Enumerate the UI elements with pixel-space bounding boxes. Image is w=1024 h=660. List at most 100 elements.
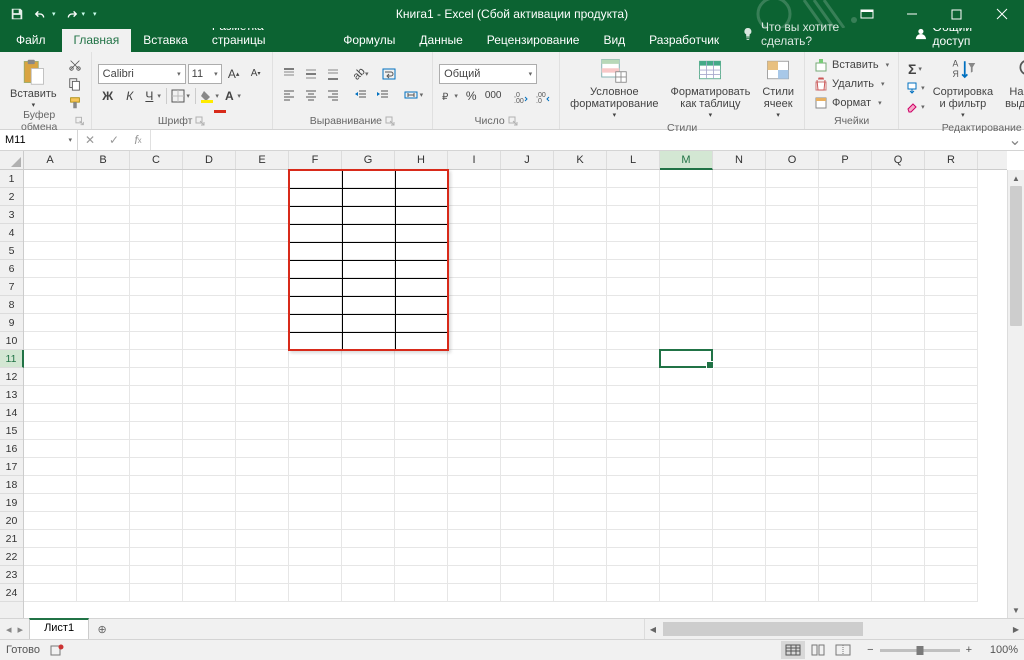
cell-H6[interactable] xyxy=(395,260,448,278)
enter-formula-button[interactable]: ✓ xyxy=(102,133,126,147)
cell-J21[interactable] xyxy=(501,530,554,548)
cell-N3[interactable] xyxy=(713,206,766,224)
cell-M24[interactable] xyxy=(660,584,713,602)
cell-O2[interactable] xyxy=(766,188,819,206)
cell-R1[interactable] xyxy=(925,170,978,188)
cell-E22[interactable] xyxy=(236,548,289,566)
cell-L13[interactable] xyxy=(607,386,660,404)
cell-L4[interactable] xyxy=(607,224,660,242)
cell-F14[interactable] xyxy=(289,404,342,422)
cell-A21[interactable] xyxy=(24,530,77,548)
font-size-combo[interactable]: 11▾ xyxy=(188,64,222,84)
cell-Q1[interactable] xyxy=(872,170,925,188)
cell-O15[interactable] xyxy=(766,422,819,440)
cell-A13[interactable] xyxy=(24,386,77,404)
cell-F16[interactable] xyxy=(289,440,342,458)
cell-L17[interactable] xyxy=(607,458,660,476)
cell-K19[interactable] xyxy=(554,494,607,512)
cell-A2[interactable] xyxy=(24,188,77,206)
tab-view[interactable]: Вид xyxy=(591,29,637,52)
cell-A11[interactable] xyxy=(24,350,77,368)
cell-H11[interactable] xyxy=(395,350,448,368)
cell-C18[interactable] xyxy=(130,476,183,494)
cell-D17[interactable] xyxy=(183,458,236,476)
cell-L16[interactable] xyxy=(607,440,660,458)
cell-J16[interactable] xyxy=(501,440,554,458)
cell-D24[interactable] xyxy=(183,584,236,602)
cell-L8[interactable] xyxy=(607,296,660,314)
cell-J4[interactable] xyxy=(501,224,554,242)
cell-Q11[interactable] xyxy=(872,350,925,368)
cell-E4[interactable] xyxy=(236,224,289,242)
cell-P20[interactable] xyxy=(819,512,872,530)
cell-I7[interactable] xyxy=(448,278,501,296)
cell-H22[interactable] xyxy=(395,548,448,566)
cell-J6[interactable] xyxy=(501,260,554,278)
cell-G11[interactable] xyxy=(342,350,395,368)
cell-H16[interactable] xyxy=(395,440,448,458)
cell-I14[interactable] xyxy=(448,404,501,422)
cell-E8[interactable] xyxy=(236,296,289,314)
cell-F17[interactable] xyxy=(289,458,342,476)
cell-R9[interactable] xyxy=(925,314,978,332)
cell-F9[interactable] xyxy=(289,314,342,332)
cell-C15[interactable] xyxy=(130,422,183,440)
cell-R17[interactable] xyxy=(925,458,978,476)
cell-M6[interactable] xyxy=(660,260,713,278)
cell-C9[interactable] xyxy=(130,314,183,332)
cell-M2[interactable] xyxy=(660,188,713,206)
cell-D9[interactable] xyxy=(183,314,236,332)
cell-B22[interactable] xyxy=(77,548,130,566)
cell-F6[interactable] xyxy=(289,260,342,278)
cell-J19[interactable] xyxy=(501,494,554,512)
cell-B17[interactable] xyxy=(77,458,130,476)
cell-O16[interactable] xyxy=(766,440,819,458)
cell-B3[interactable] xyxy=(77,206,130,224)
scroll-down-button[interactable]: ▼ xyxy=(1008,602,1024,618)
cell-B10[interactable] xyxy=(77,332,130,350)
column-header-N[interactable]: N xyxy=(713,151,766,169)
cell-I18[interactable] xyxy=(448,476,501,494)
cell-B24[interactable] xyxy=(77,584,130,602)
cell-H9[interactable] xyxy=(395,314,448,332)
cell-A7[interactable] xyxy=(24,278,77,296)
cell-R16[interactable] xyxy=(925,440,978,458)
cell-E24[interactable] xyxy=(236,584,289,602)
hscroll-thumb[interactable] xyxy=(663,622,863,636)
row-header-12[interactable]: 12 xyxy=(0,368,23,386)
cell-M5[interactable] xyxy=(660,242,713,260)
cell-B4[interactable] xyxy=(77,224,130,242)
cell-D10[interactable] xyxy=(183,332,236,350)
cell-B15[interactable] xyxy=(77,422,130,440)
cell-N23[interactable] xyxy=(713,566,766,584)
cell-H10[interactable] xyxy=(395,332,448,350)
insert-cells-button[interactable]: Вставить▾ xyxy=(811,56,892,74)
cell-N22[interactable] xyxy=(713,548,766,566)
cell-L15[interactable] xyxy=(607,422,660,440)
fill-color-button[interactable]: ▾ xyxy=(200,87,220,105)
cell-K9[interactable] xyxy=(554,314,607,332)
cell-I21[interactable] xyxy=(448,530,501,548)
cell-Q18[interactable] xyxy=(872,476,925,494)
cell-E20[interactable] xyxy=(236,512,289,530)
decrease-decimal-button[interactable]: ,00,0 xyxy=(533,87,553,105)
column-header-C[interactable]: C xyxy=(130,151,183,169)
cell-O21[interactable] xyxy=(766,530,819,548)
cell-I5[interactable] xyxy=(448,242,501,260)
conditional-formatting-button[interactable]: Условное форматирование▾ xyxy=(566,54,662,122)
cell-M21[interactable] xyxy=(660,530,713,548)
cell-L23[interactable] xyxy=(607,566,660,584)
cell-L3[interactable] xyxy=(607,206,660,224)
cell-G1[interactable] xyxy=(342,170,395,188)
cell-K10[interactable] xyxy=(554,332,607,350)
cell-J14[interactable] xyxy=(501,404,554,422)
cell-Q20[interactable] xyxy=(872,512,925,530)
cell-O11[interactable] xyxy=(766,350,819,368)
cell-G16[interactable] xyxy=(342,440,395,458)
wrap-text-button[interactable] xyxy=(379,65,399,83)
cell-O12[interactable] xyxy=(766,368,819,386)
cell-N12[interactable] xyxy=(713,368,766,386)
cell-B7[interactable] xyxy=(77,278,130,296)
cell-O8[interactable] xyxy=(766,296,819,314)
cell-A4[interactable] xyxy=(24,224,77,242)
